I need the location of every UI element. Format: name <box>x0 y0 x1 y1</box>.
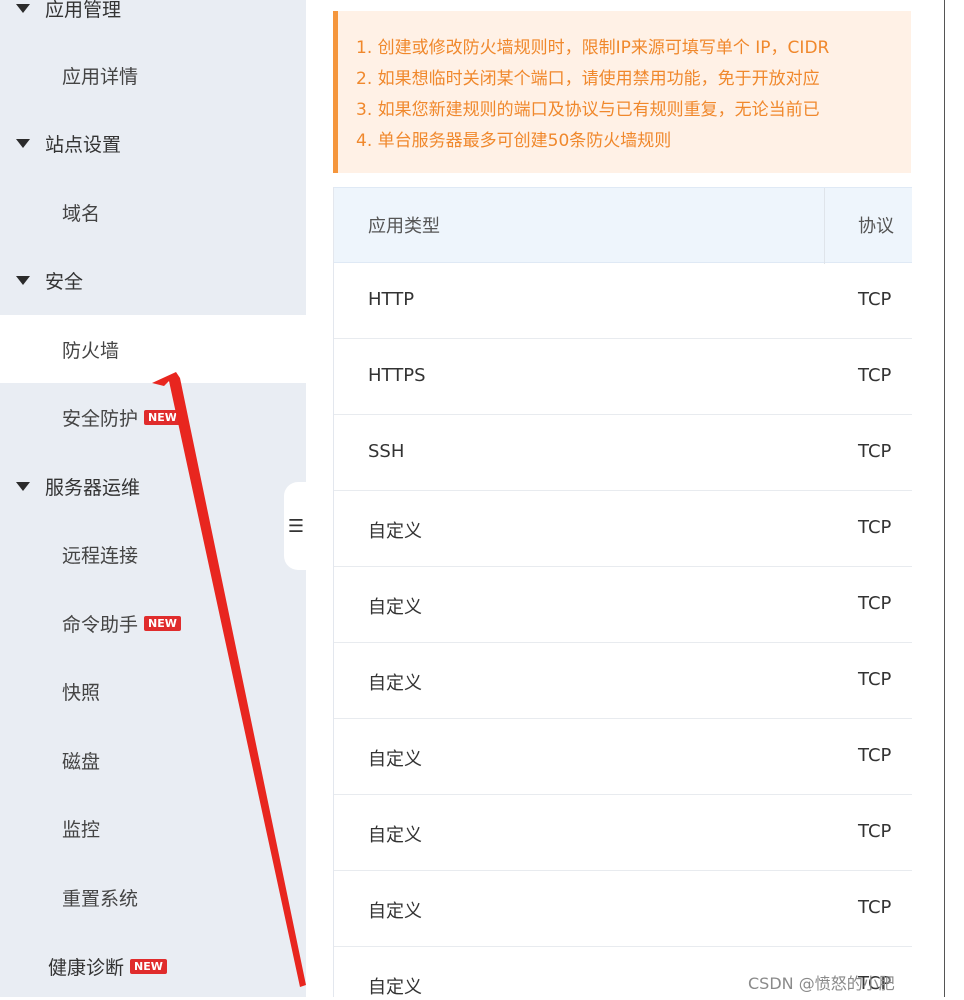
new-badge: NEW <box>144 615 181 631</box>
sidebar-item-snapshot[interactable]: 快照 <box>0 657 306 725</box>
table-row[interactable]: 自定义 TCP <box>334 795 912 871</box>
cell-protocol: TCP <box>858 669 892 690</box>
table-row[interactable]: 自定义 TCP <box>334 871 912 947</box>
sidebar-item-label: 远程连接 <box>62 544 139 567</box>
sidebar-group-security[interactable]: 安全 <box>0 246 306 314</box>
window-edge <box>944 0 945 997</box>
sidebar-item-label: 监控 <box>62 818 101 841</box>
cell-app-type: 自定义 <box>368 673 422 694</box>
table-row[interactable]: HTTP TCP <box>334 263 912 339</box>
sidebar-item-label: 应用详情 <box>62 65 139 88</box>
notice-line: 4. 单台服务器最多可创建50条防火墙规则 <box>356 131 672 151</box>
notice-line: 1. 创建或修改防火墙规则时，限制IP来源可填写单个 IP，CIDR <box>356 38 830 58</box>
cell-app-type: HTTP <box>368 289 415 310</box>
table-row[interactable]: SSH TCP <box>334 415 912 491</box>
cell-protocol: TCP <box>858 441 892 462</box>
cell-app-type: 自定义 <box>368 901 422 922</box>
sidebar-item-security-protection[interactable]: 安全防护 NEW <box>0 383 306 451</box>
sidebar-item-health-diagnosis[interactable]: 健康诊断 NEW <box>0 932 306 1000</box>
table-row[interactable]: 自定义 TCP <box>334 567 912 643</box>
cell-protocol: TCP <box>858 365 892 386</box>
sidebar-item-remote-connection[interactable]: 远程连接 <box>0 520 306 588</box>
sidebar-item-disk[interactable]: 磁盘 <box>0 726 306 794</box>
table-header: 应用类型 协议 <box>334 187 912 264</box>
cell-protocol: TCP <box>858 517 892 538</box>
firewall-rules-table: 应用类型 协议 HTTP TCP HTTPS TCP SSH TCP 自定义 T… <box>333 187 912 997</box>
sidebar-item-label: 防火墙 <box>62 339 120 362</box>
sidebar-item-label: 站点设置 <box>45 133 122 156</box>
caret-down-icon <box>16 3 30 13</box>
sidebar-item-label: 服务器运维 <box>45 476 141 499</box>
cell-app-type: SSH <box>368 441 405 462</box>
firewall-notice: 1. 创建或修改防火墙规则时，限制IP来源可填写单个 IP，CIDR 2. 如果… <box>333 11 911 173</box>
table-row[interactable]: 自定义 TCP <box>334 643 912 719</box>
caret-down-icon <box>16 481 30 491</box>
sidebar-item-reset-system[interactable]: 重置系统 <box>0 863 306 931</box>
sidebar-item-label: 安全防护 <box>62 407 139 430</box>
sidebar-item-app-details[interactable]: 应用详情 <box>0 41 306 109</box>
new-badge: NEW <box>144 409 181 425</box>
cell-protocol: TCP <box>858 821 892 842</box>
sidebar-item-firewall[interactable]: 防火墙 <box>0 315 306 383</box>
list-collapse-icon: ☰ <box>287 515 305 537</box>
notice-line: 2. 如果想临时关闭某个端口，请使用禁用功能，免于开放对应 <box>356 69 820 89</box>
cell-protocol: TCP <box>858 289 892 310</box>
sidebar-item-label: 应用管理 <box>45 0 122 21</box>
column-header-app-type[interactable]: 应用类型 <box>368 212 440 238</box>
sidebar-item-label: 重置系统 <box>62 887 139 910</box>
sidebar-item-domain[interactable]: 域名 <box>0 178 306 246</box>
cell-app-type: 自定义 <box>368 597 422 618</box>
table-row[interactable]: 自定义 TCP <box>334 491 912 567</box>
sidebar-item-label: 域名 <box>62 202 101 225</box>
sidebar-item-label: 安全 <box>45 270 84 293</box>
cell-protocol: TCP <box>858 897 892 918</box>
column-header-protocol[interactable]: 协议 <box>858 212 894 238</box>
sidebar-group-site-settings[interactable]: 站点设置 <box>0 109 306 177</box>
sidebar-group-app-management[interactable]: 应用管理 <box>0 0 306 42</box>
table-row[interactable]: HTTPS TCP <box>334 339 912 415</box>
new-badge: NEW <box>130 958 167 974</box>
sidebar-nav: 应用管理 应用详情 站点设置 域名 安全 防火墙 安全防护 NEW 服务器运维 … <box>0 0 306 997</box>
cell-app-type: HTTPS <box>368 365 426 386</box>
cell-app-type: 自定义 <box>368 825 422 846</box>
column-divider <box>824 188 825 264</box>
notice-line: 3. 如果您新建规则的端口及协议与已有规则重复，无论当前已 <box>356 100 820 120</box>
caret-down-icon <box>16 275 30 285</box>
sidebar-collapse-button[interactable]: ☰ <box>284 482 308 570</box>
sidebar-item-label: 磁盘 <box>62 750 101 773</box>
cell-app-type: 自定义 <box>368 977 422 997</box>
sidebar-item-monitoring[interactable]: 监控 <box>0 794 306 862</box>
caret-down-icon <box>16 138 30 148</box>
cell-protocol: TCP <box>858 745 892 766</box>
sidebar-item-label: 命令助手 <box>62 613 139 636</box>
cell-protocol: TCP <box>858 593 892 614</box>
watermark: CSDN @愤怒的小肥 <box>748 974 895 993</box>
table-row[interactable]: 自定义 TCP <box>334 719 912 795</box>
cell-app-type: 自定义 <box>368 521 422 542</box>
cell-app-type: 自定义 <box>368 749 422 770</box>
sidebar-group-server-ops[interactable]: 服务器运维 <box>0 452 306 520</box>
sidebar-item-label: 快照 <box>62 681 101 704</box>
sidebar-item-command-assistant[interactable]: 命令助手 NEW <box>0 589 306 657</box>
sidebar-item-label: 健康诊断 <box>48 956 125 979</box>
